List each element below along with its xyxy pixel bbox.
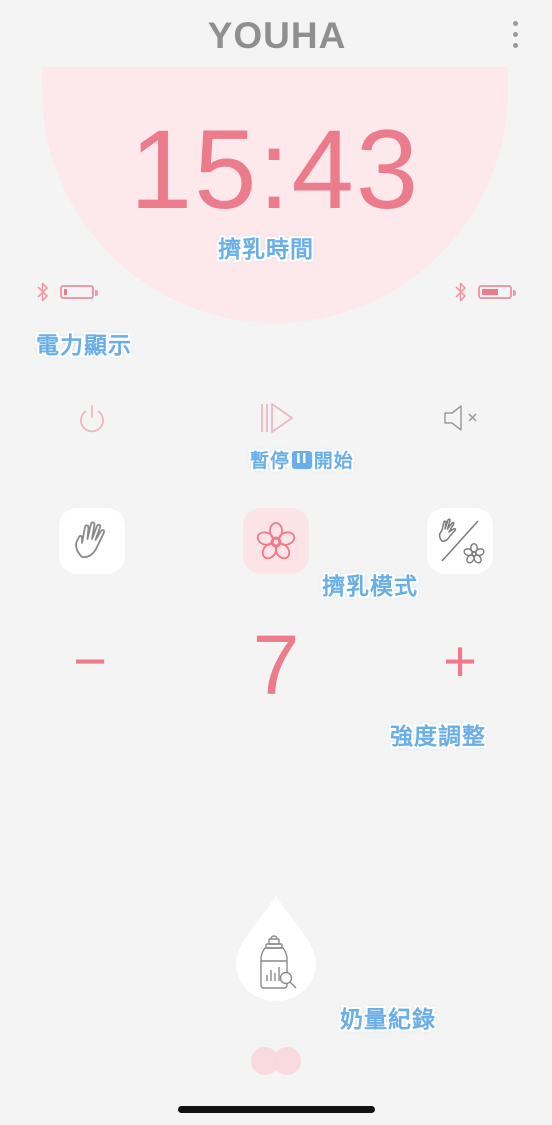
intensity-caption: 強度調整	[390, 724, 486, 750]
power-icon	[80, 405, 104, 433]
timer-caption: 擠乳時間	[218, 237, 314, 263]
bluetooth-icon	[455, 282, 466, 302]
more-vertical-icon[interactable]	[500, 16, 530, 52]
intensity-plus-button[interactable]: +	[430, 632, 490, 692]
mode-caption: 擠乳模式	[322, 574, 418, 600]
page-indicator	[251, 1047, 301, 1075]
hand-icon	[75, 521, 105, 559]
minus-icon: −	[73, 629, 107, 694]
play-pause-caption: 暫停 II 開始	[250, 446, 354, 473]
mute-button[interactable]	[438, 396, 484, 440]
timer-value: 15:43	[129, 107, 421, 232]
logo-text: YOUHA	[208, 15, 347, 54]
play-pause-icon	[261, 403, 293, 433]
app-screen: YOUHA 15:43 擠乳時間 電力顯示 暫停 II 開始 擠乳模式 − 7 …	[0, 0, 552, 1125]
start-caption: 開始	[313, 450, 354, 472]
home-indicator	[178, 1106, 375, 1113]
plus-icon: +	[443, 629, 477, 694]
pause-symbol: II	[292, 450, 312, 469]
battery-caption: 電力顯示	[36, 333, 132, 359]
intensity-value: 7	[252, 618, 300, 712]
battery-right	[454, 281, 516, 303]
battery-left	[36, 281, 98, 303]
youha-logo: YOUHA	[208, 15, 347, 54]
hand-flower-icon	[438, 518, 485, 564]
milk-record-caption: 奶量紀錄	[340, 1007, 436, 1033]
pause-caption: 暫停	[250, 450, 291, 472]
play-pause-button[interactable]	[253, 396, 299, 440]
intensity-minus-button[interactable]: −	[60, 632, 120, 692]
speaker-mute-icon	[444, 405, 477, 431]
power-button[interactable]	[70, 396, 114, 440]
battery-right-gauge	[478, 285, 516, 299]
mode-combined-button[interactable]	[427, 508, 493, 574]
mode-flower-button[interactable]	[243, 508, 309, 574]
battery-left-gauge	[60, 285, 98, 299]
bluetooth-icon	[37, 282, 48, 302]
milk-record-button[interactable]	[234, 893, 318, 1003]
flower-icon	[256, 522, 296, 560]
mode-hand-button[interactable]	[59, 508, 125, 574]
